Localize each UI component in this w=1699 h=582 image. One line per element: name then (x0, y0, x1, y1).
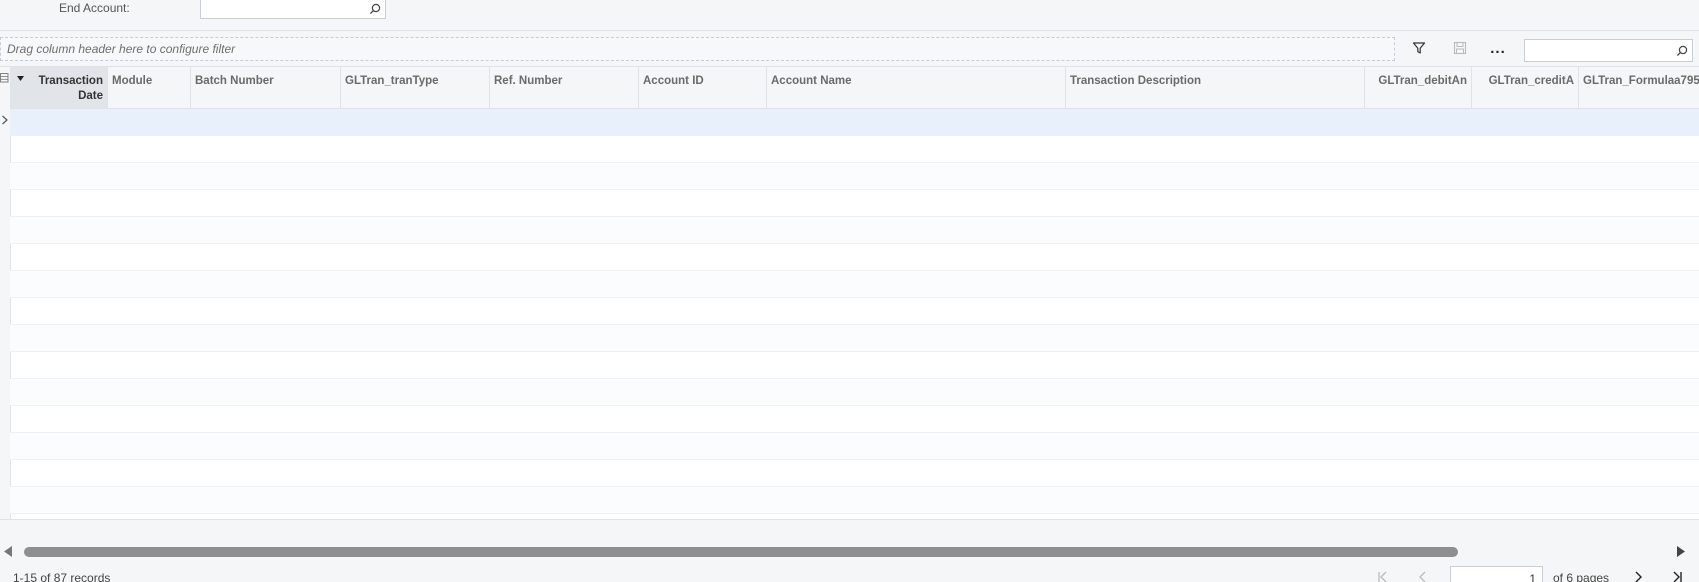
column-header-label: GLTran_creditA (1488, 75, 1574, 87)
prev-page-icon[interactable] (1416, 570, 1430, 582)
sort-desc-icon (17, 71, 24, 86)
horizontal-scrollbar[interactable] (0, 543, 1699, 561)
column-header-ref-number[interactable]: Ref. Number (490, 67, 639, 108)
column-header-label: Ref. Number (494, 75, 563, 87)
column-header-label: Transaction Description (1070, 75, 1202, 87)
table-row[interactable] (10, 244, 1699, 271)
column-header-label: GLTran_debitAn (1378, 75, 1467, 87)
table-row[interactable] (10, 163, 1699, 190)
column-header-gltran-credit[interactable]: GLTran_creditA (1472, 67, 1579, 108)
table-row[interactable] (10, 487, 1699, 514)
scroll-left-icon[interactable] (4, 546, 13, 560)
column-header-label: Account Name (771, 75, 852, 87)
page-count: of 6 pages (1553, 571, 1610, 582)
column-header-account-name[interactable]: Account Name (767, 67, 1066, 108)
column-header-module[interactable]: Module (108, 67, 191, 108)
filter-button[interactable] (1408, 39, 1430, 59)
table-row[interactable] (10, 136, 1699, 163)
group-drop-zone[interactable]: Drag column header here to configure fil… (0, 37, 1395, 61)
search-icon[interactable] (1676, 45, 1688, 60)
grid-search-input[interactable] (1524, 39, 1693, 62)
pager-bar: 1-15 of 87 records 1 of 6 pages (0, 562, 1699, 582)
column-header-transaction-description[interactable]: Transaction Description (1066, 67, 1365, 108)
page-number-input[interactable]: 1 (1450, 566, 1543, 582)
column-header-label: GLTran_tranType (345, 75, 439, 87)
scroll-right-icon[interactable] (1676, 546, 1685, 560)
more-actions-button[interactable]: ... (1487, 39, 1509, 59)
table-row[interactable] (10, 109, 1699, 136)
last-page-icon[interactable] (1670, 570, 1684, 582)
table-row[interactable] (10, 325, 1699, 352)
table-row[interactable] (10, 217, 1699, 244)
table-row[interactable] (10, 298, 1699, 325)
save-button[interactable] (1449, 39, 1471, 59)
column-header-gltran-formula[interactable]: GLTran_Formulaa795 (1579, 67, 1699, 108)
column-header-gltran-trantype[interactable]: GLTran_tranType (341, 67, 490, 108)
first-page-icon[interactable] (1376, 570, 1390, 582)
search-icon[interactable] (369, 3, 381, 18)
table-row[interactable] (10, 190, 1699, 217)
grid-header: Transaction Date Module Batch Number GLT… (10, 67, 1699, 109)
table-row[interactable] (10, 460, 1699, 487)
end-account-field[interactable] (200, 0, 386, 19)
save-icon (1453, 41, 1467, 58)
table-row[interactable] (10, 433, 1699, 460)
scrollbar-thumb[interactable] (24, 547, 1458, 557)
grid-toolbar: Drag column header here to configure fil… (0, 36, 1699, 64)
grid-config-icon[interactable] (0, 72, 9, 86)
column-header-account-id[interactable]: Account ID (639, 67, 767, 108)
row-selector-icon[interactable] (1, 114, 9, 128)
filter-icon (1412, 41, 1426, 58)
table-row[interactable] (10, 352, 1699, 379)
column-header-label: Account ID (643, 75, 704, 87)
column-header-label: Module (112, 75, 153, 87)
column-header-label: GLTran_Formulaa795 (1583, 75, 1699, 87)
table-row[interactable] (10, 271, 1699, 298)
column-header-batch-number[interactable]: Batch Number (191, 67, 341, 108)
records-count: 1-15 of 87 records (13, 571, 111, 582)
column-header-gltran-debit[interactable]: GLTran_debitAn (1365, 67, 1472, 108)
table-row[interactable] (10, 406, 1699, 433)
filter-area: End Account: (0, 0, 1699, 31)
column-header-label: Transaction Date (38, 75, 103, 102)
end-account-label: End Account: (59, 1, 130, 15)
table-row[interactable] (10, 379, 1699, 406)
column-header-label: Batch Number (195, 75, 274, 87)
transactions-grid: Transaction Date Module Batch Number GLT… (0, 66, 1699, 520)
next-page-icon[interactable] (1631, 570, 1645, 582)
column-header-transaction-date[interactable]: Transaction Date (10, 67, 108, 108)
